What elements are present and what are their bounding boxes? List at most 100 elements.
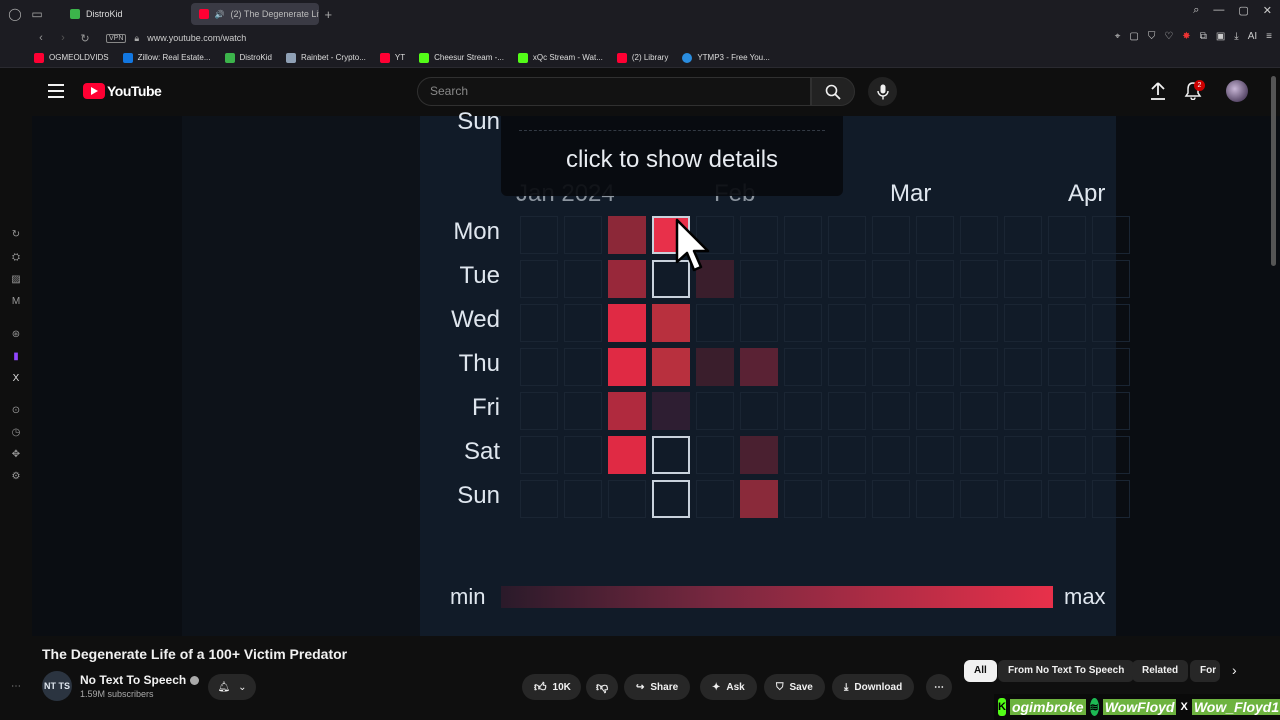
- heatmap-cell[interactable]: [520, 216, 558, 254]
- heatmap-cell[interactable]: [696, 348, 734, 386]
- heatmap-cell[interactable]: [784, 480, 822, 518]
- save-button[interactable]: ⛉ Save: [764, 674, 825, 700]
- download-button[interactable]: ⤓ Download: [832, 674, 915, 700]
- heatmap-cell[interactable]: [828, 480, 866, 518]
- heatmap-cell[interactable]: [1004, 348, 1042, 386]
- page-scrollbar[interactable]: [1271, 76, 1276, 266]
- guide-menu-icon[interactable]: [48, 84, 64, 98]
- chip-all[interactable]: All: [964, 660, 997, 682]
- ai-icon[interactable]: AI: [1248, 31, 1257, 42]
- back-arrow-icon[interactable]: ‹: [32, 32, 50, 44]
- heatmap-cell[interactable]: [1092, 480, 1130, 518]
- chatgpt-icon[interactable]: ⊛: [9, 328, 23, 342]
- chip-for-you[interactable]: For: [1190, 660, 1220, 682]
- heatmap-cell[interactable]: [1048, 480, 1086, 518]
- heatmap-cell[interactable]: [608, 392, 646, 430]
- heatmap-cell[interactable]: [1048, 348, 1086, 386]
- heatmap-cell[interactable]: [960, 260, 998, 298]
- heatmap-cell[interactable]: [960, 480, 998, 518]
- heatmap-cell[interactable]: [1048, 260, 1086, 298]
- heatmap-cell[interactable]: [740, 260, 778, 298]
- heatmap-cell[interactable]: [652, 480, 690, 518]
- heatmap-cell[interactable]: [784, 392, 822, 430]
- extensions-icon[interactable]: ⧉: [1200, 31, 1207, 42]
- heatmap-cell[interactable]: [1092, 216, 1130, 254]
- heatmap-cell[interactable]: [828, 348, 866, 386]
- heatmap-cell[interactable]: [1004, 216, 1042, 254]
- voice-search-button[interactable]: [868, 77, 897, 106]
- channel-name-link[interactable]: No Text To Speech: [80, 673, 200, 687]
- lock-icon[interactable]: 🔒︎: [134, 33, 139, 44]
- heatmap-cell[interactable]: [916, 348, 954, 386]
- heatmap-cell[interactable]: [872, 392, 910, 430]
- heatmap-cell[interactable]: [1004, 480, 1042, 518]
- bookmark-zillow[interactable]: Zillow: Real Estate...: [122, 52, 211, 63]
- snapshot-icon[interactable]: ▢: [1129, 31, 1138, 42]
- minimize-button[interactable]: —: [1213, 4, 1224, 17]
- heatmap-cell[interactable]: [740, 436, 778, 474]
- heatmap-cell[interactable]: [696, 436, 734, 474]
- bookmark-ytmp3[interactable]: YTMP3 - Free You...: [682, 52, 770, 63]
- heatmap-cell[interactable]: [1004, 436, 1042, 474]
- chip-related[interactable]: Related: [1132, 660, 1189, 682]
- heatmap-cell[interactable]: [960, 436, 998, 474]
- heatmap-cell[interactable]: [696, 304, 734, 342]
- vpn-badge[interactable]: VPN: [106, 33, 127, 43]
- x-icon[interactable]: X: [9, 372, 23, 386]
- player-icon[interactable]: ⊙: [9, 404, 23, 418]
- upload-icon[interactable]: [1150, 82, 1166, 100]
- heatmap-cell[interactable]: [740, 480, 778, 518]
- opera-menu-icon[interactable]: ◯: [4, 3, 26, 25]
- heatmap-cell[interactable]: [1048, 436, 1086, 474]
- heatmap-cell[interactable]: [960, 304, 998, 342]
- maximize-button[interactable]: ▢: [1238, 4, 1248, 17]
- more-actions-button[interactable]: ⋯: [926, 674, 952, 700]
- heatmap-cell[interactable]: [960, 348, 998, 386]
- heatmap-cell[interactable]: [564, 260, 602, 298]
- extension-red-icon[interactable]: ✸: [1182, 31, 1190, 42]
- subscription-bell-button[interactable]: 🔔︎ ⌄: [208, 674, 256, 700]
- bookmark-yt[interactable]: YT: [379, 52, 405, 63]
- heatmap-cell[interactable]: [872, 304, 910, 342]
- heatmap-cell[interactable]: [564, 216, 602, 254]
- heatmap-cell[interactable]: [696, 392, 734, 430]
- forward-arrow-icon[interactable]: ›: [54, 32, 72, 44]
- heatmap-cell[interactable]: [564, 436, 602, 474]
- heatmap-cell[interactable]: [520, 348, 558, 386]
- tab-overview-icon[interactable]: ▭: [26, 3, 48, 25]
- profile-thumb-icon[interactable]: ▣: [1216, 31, 1225, 42]
- heatmap-cell[interactable]: [1092, 436, 1130, 474]
- heatmap-cell[interactable]: [916, 216, 954, 254]
- heatmap-cell[interactable]: [564, 480, 602, 518]
- bookmark-library[interactable]: (2) Library: [616, 52, 668, 63]
- settings-gear-icon[interactable]: ⚙: [9, 470, 23, 484]
- search-input[interactable]: Search: [417, 77, 811, 106]
- heatmap-cell[interactable]: [1092, 392, 1130, 430]
- heatmap-cell[interactable]: [784, 348, 822, 386]
- channel-avatar[interactable]: NT TS: [42, 671, 72, 701]
- heatmap-cell[interactable]: [916, 392, 954, 430]
- bookmark-rainbet[interactable]: Rainbet - Crypto...: [285, 52, 366, 63]
- bookmark-distrokid[interactable]: DistroKid: [224, 52, 272, 63]
- heatmap-cell[interactable]: [652, 392, 690, 430]
- heatmap-cell[interactable]: [828, 260, 866, 298]
- url-field[interactable]: www.youtube.com/watch: [147, 33, 246, 43]
- ask-button[interactable]: ✦ Ask: [700, 674, 757, 700]
- heatmap-cell[interactable]: [872, 480, 910, 518]
- heatmap-cell[interactable]: [1004, 304, 1042, 342]
- heatmap-cell[interactable]: [652, 348, 690, 386]
- heatmap-cell[interactable]: [1092, 304, 1130, 342]
- heatmap-cell[interactable]: [608, 348, 646, 386]
- heatmap-cell[interactable]: [520, 436, 558, 474]
- heatmap-cell[interactable]: [740, 392, 778, 430]
- heatmap-cell[interactable]: [916, 436, 954, 474]
- reload-icon[interactable]: ↻: [76, 32, 94, 45]
- heatmap-cell[interactable]: [872, 436, 910, 474]
- search-tabs-icon[interactable]: ⌕: [1193, 4, 1199, 17]
- pin-icon[interactable]: ⌖: [1115, 31, 1121, 42]
- shield-icon[interactable]: ⛉: [1148, 31, 1156, 42]
- like-button[interactable]: 👍︎ 10K: [522, 674, 581, 700]
- heatmap-cell[interactable]: [828, 436, 866, 474]
- heatmap-cell[interactable]: [608, 216, 646, 254]
- bookmark-xqc[interactable]: xQc Stream - Wat...: [517, 52, 603, 63]
